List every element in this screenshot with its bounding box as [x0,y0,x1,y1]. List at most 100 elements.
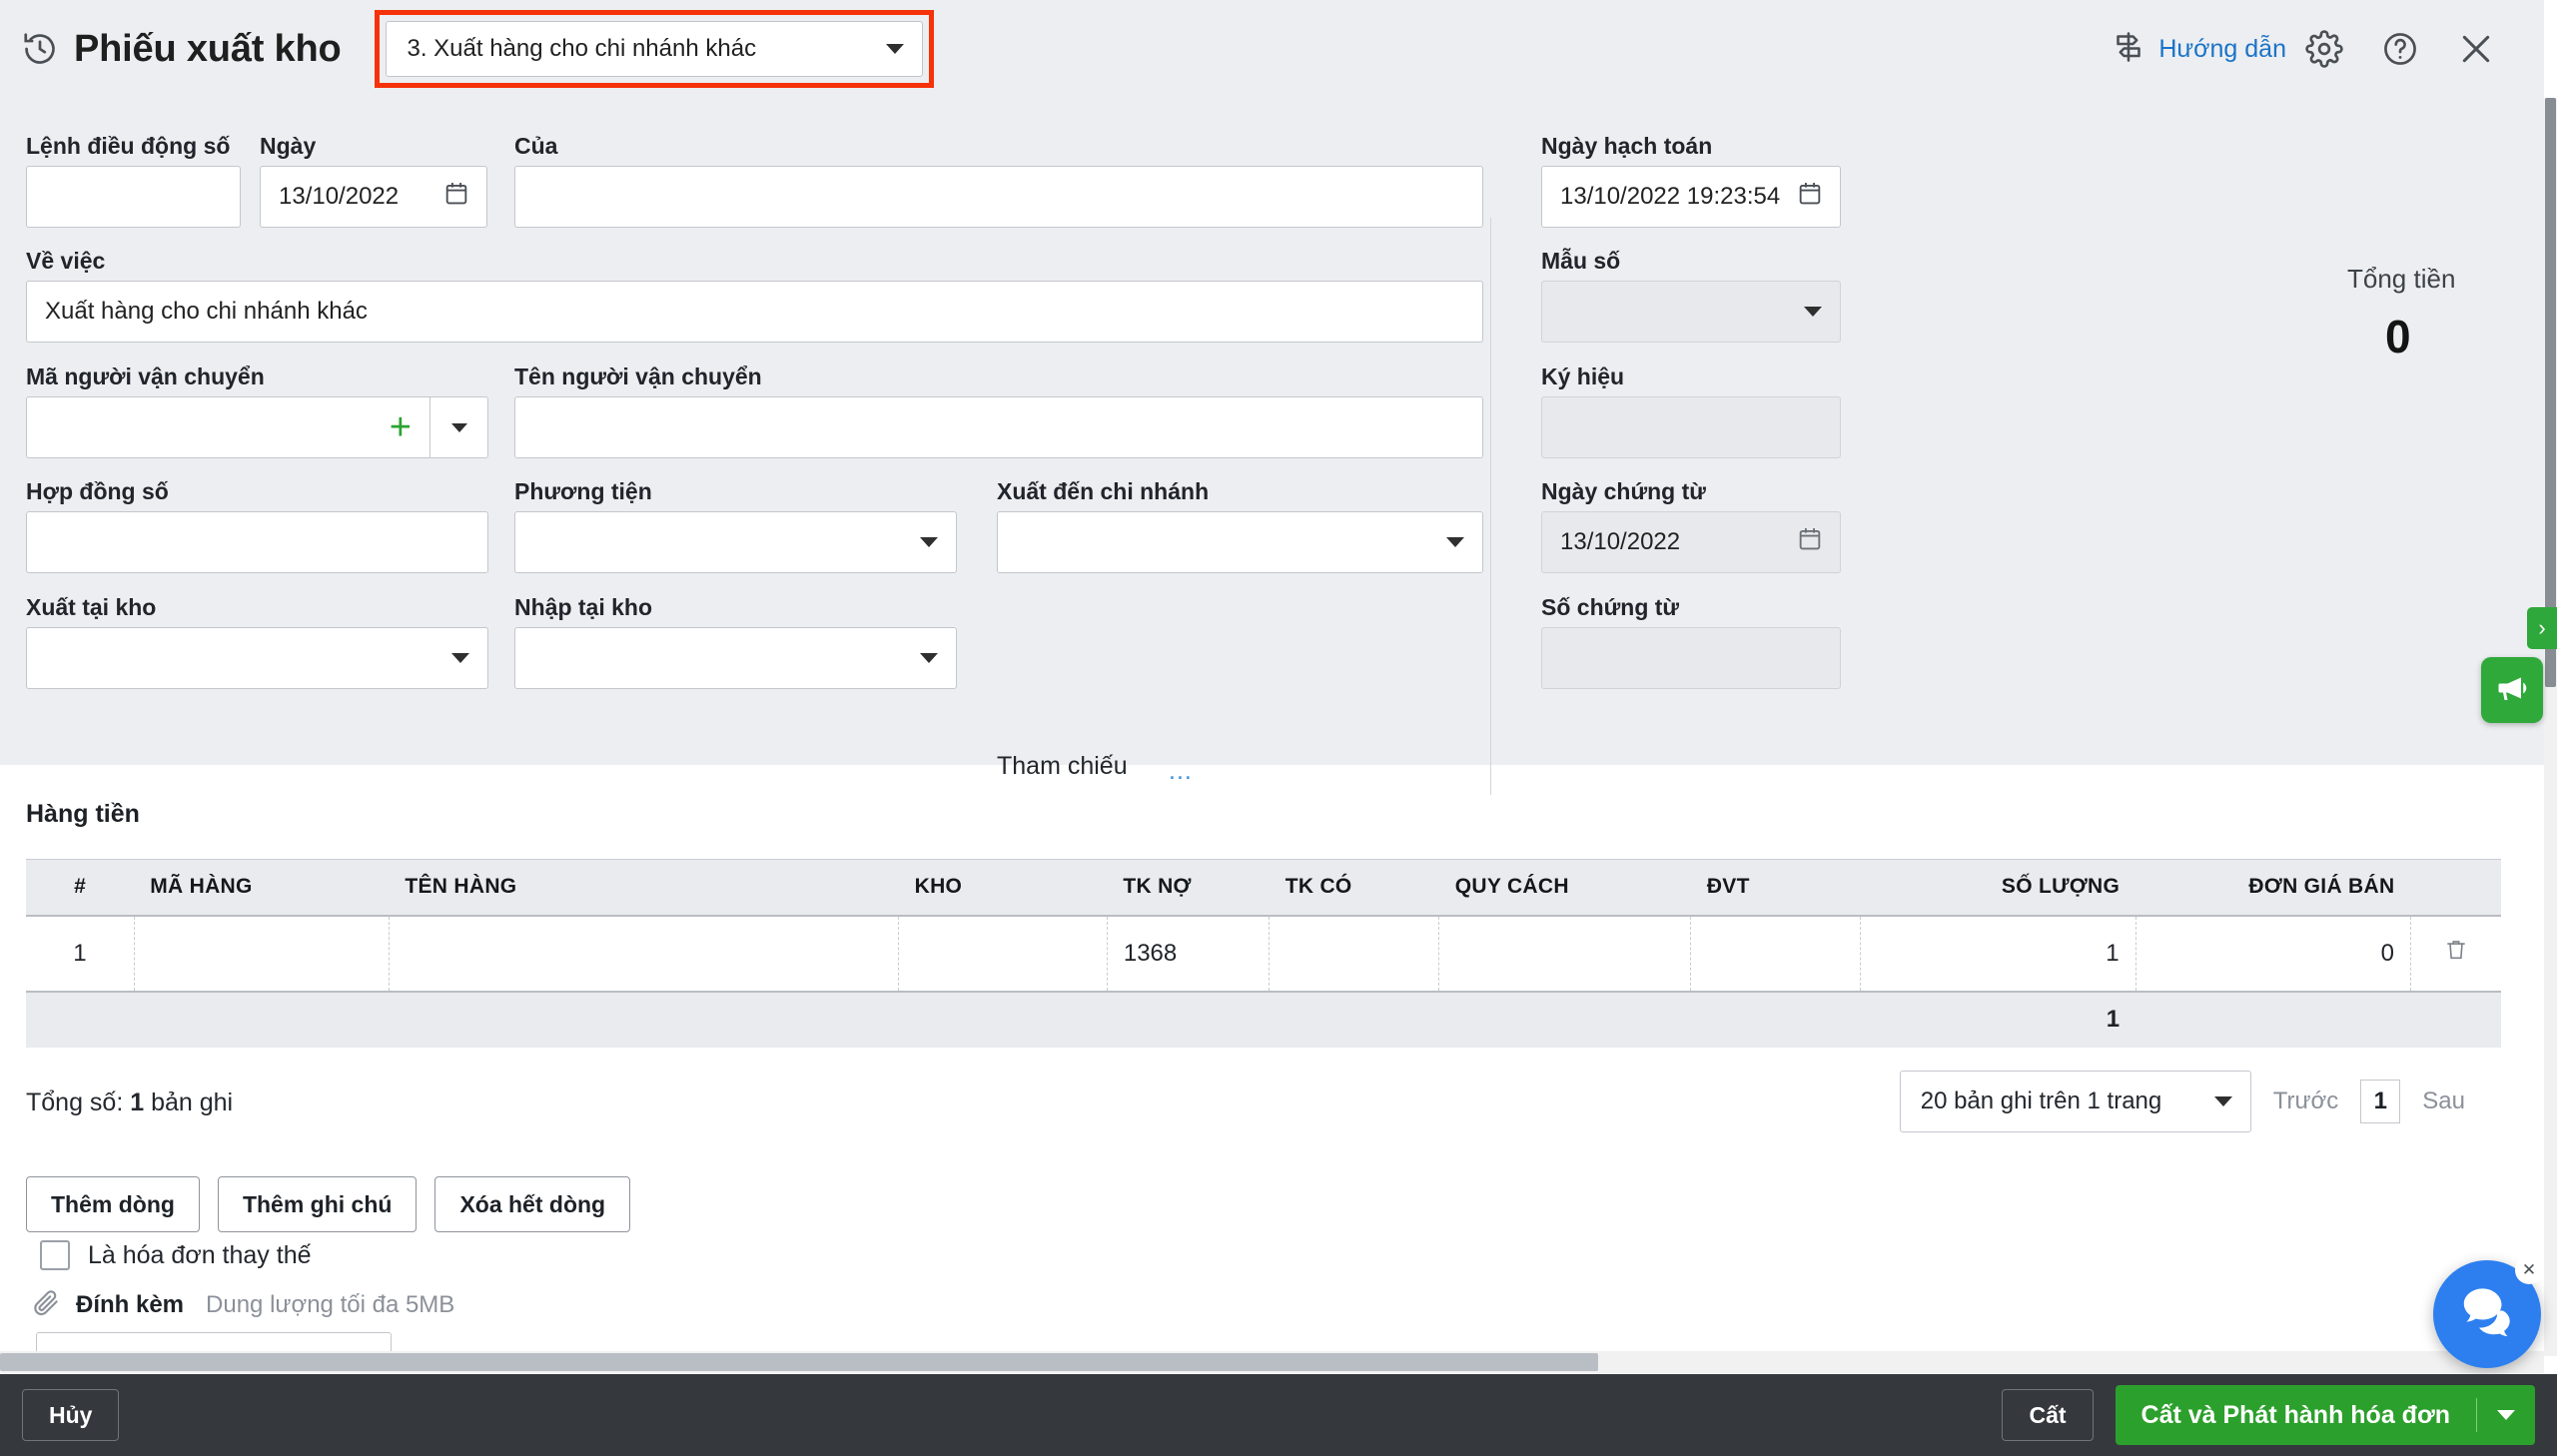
cell-so-luong[interactable]: 1 [1860,915,2136,993]
save-and-issue-label: Cất và Phát hành hóa đơn [2140,1400,2450,1429]
plus-icon[interactable]: + [390,408,412,446]
col-kho: KHO [898,859,1108,917]
table-row[interactable]: 1 1368 1 0 [26,915,2501,993]
cua-label: Của [514,133,558,159]
delete-row-button[interactable] [2410,915,2501,993]
chat-close-badge[interactable]: ✕ [2515,1256,2543,1284]
cell-tk-no[interactable]: 1368 [1107,915,1271,993]
cell-dvt[interactable] [1690,915,1862,993]
attachment-hint: Dung lượng tối đa 5MB [206,1290,455,1318]
lenh-dieu-dong-input[interactable] [26,166,241,228]
ngay-chung-tu-input[interactable]: 13/10/2022 [1541,511,1841,573]
cell-don-gia-ban[interactable]: 0 [2135,915,2411,993]
promo-megaphone-button[interactable] [2481,657,2543,723]
ky-hieu-input[interactable] [1541,396,1841,458]
ma-nguoi-van-chuyen-input[interactable]: + [26,396,488,458]
mau-so-label: Mẫu số [1541,248,1621,274]
paperclip-icon[interactable] [30,1286,62,1323]
promo-expand-tab[interactable]: › [2527,607,2557,649]
record-total-prefix: Tổng số: [26,1089,124,1116]
megaphone-icon [2494,670,2530,711]
record-total: Tổng số: 1 bản ghi [26,1089,233,1117]
mau-so-select[interactable] [1541,281,1841,343]
ten-nguoi-van-chuyen-label: Tên người vận chuyển [514,364,762,389]
replacement-invoice-row: Là hóa đơn thay thế [40,1240,312,1270]
tham-chieu-more-button[interactable]: ... [1169,757,1193,786]
col-index: # [26,859,135,917]
clock-history-icon [18,27,62,71]
col-ma-hang: MÃ HÀNG [134,859,390,917]
cancel-button[interactable]: Hủy [22,1389,120,1441]
horizontal-scrollbar[interactable] [0,1351,2544,1373]
tong-tien-label: Tổng tiền [2347,264,2456,294]
calendar-icon[interactable] [1796,180,1824,215]
current-page-number[interactable]: 1 [2360,1080,2401,1123]
cell-ten-hang[interactable] [389,915,900,993]
replacement-invoice-label: Là hóa đơn thay thế [88,1240,312,1269]
line-items-table: # MÃ HÀNG TÊN HÀNG KHO TK NỢ TK CÓ QUY C… [26,859,2501,1048]
prev-page-button[interactable]: Trước [2251,1088,2361,1115]
cell-tk-co[interactable] [1269,915,1440,993]
guide-label: Hướng dẫn [2158,34,2286,63]
table-header-row: # MÃ HÀNG TÊN HÀNG KHO TK NỢ TK CÓ QUY C… [26,859,2501,917]
vertical-scrollbar-thumb[interactable] [2545,98,2556,687]
chevron-down-icon [451,653,469,663]
bottom-action-bar: Hủy Cất Cất và Phát hành hóa đơn [0,1374,2557,1456]
ve-viec-input[interactable]: Xuất hàng cho chi nhánh khác [26,281,1483,343]
calendar-icon[interactable] [1796,525,1824,560]
add-note-button[interactable]: Thêm ghi chú [217,1176,418,1232]
so-chung-tu-label: Số chứng từ [1541,594,1680,620]
close-icon: ✕ [2521,1260,2537,1279]
replacement-invoice-checkbox[interactable] [40,1240,70,1270]
doc-type-select[interactable]: 3. Xuất hàng cho chi nhánh khác [386,21,924,77]
bottom-bar-right: Cất Cất và Phát hành hóa đơn [2002,1385,2557,1445]
guide-button[interactable]: Hướng dẫn [2111,29,2286,70]
next-page-button[interactable]: Sau [2400,1088,2487,1115]
chevron-down-icon [2497,1410,2515,1420]
cell-quy-cach[interactable] [1438,915,1692,993]
ngay-hach-toan-label: Ngày hạch toán [1541,133,1713,159]
cell-ma-hang[interactable] [134,915,390,993]
chevron-down-icon [920,653,938,663]
nhap-tai-kho-select[interactable] [514,627,957,689]
pagination: 20 bản ghi trên 1 trang Trước 1 Sau [1899,1071,2487,1132]
save-button[interactable]: Cất [2002,1389,2094,1441]
col-quy-cach: QUY CÁCH [1438,859,1691,917]
page-size-select[interactable]: 20 bản ghi trên 1 trang [1899,1071,2251,1132]
cua-input[interactable] [514,166,1483,228]
ngay-hach-toan-input[interactable]: 13/10/2022 19:23:54 [1541,166,1841,228]
tham-chieu-label: Tham chiếu [997,752,1128,780]
ngay-date-input[interactable]: 13/10/2022 [260,166,487,228]
doc-type-highlight: 3. Xuất hàng cho chi nhánh khác [375,10,935,88]
hop-dong-so-label: Hợp đồng số [26,478,169,504]
xuat-tai-kho-select[interactable] [26,627,488,689]
horizontal-scrollbar-thumb[interactable] [0,1353,1598,1371]
so-chung-tu-input[interactable] [1541,627,1841,689]
form-panel: Lệnh điều động số Ngày 13/10/2022 Của Về… [0,98,2544,795]
nhap-tai-kho-label: Nhập tại kho [514,594,653,620]
ky-hieu-label: Ký hiệu [1541,364,1625,389]
ngay-hach-toan-value: 13/10/2022 19:23:54 [1560,183,1781,210]
chat-bubbles-icon [2458,1283,2516,1346]
section-title-hang-tien: Hàng tiền [26,800,140,828]
ve-viec-value: Xuất hàng cho chi nhánh khác [45,298,368,325]
add-row-button[interactable]: Thêm dòng [26,1176,200,1232]
phuong-tien-select[interactable] [514,511,957,573]
hop-dong-so-input[interactable] [26,511,488,573]
xuat-den-chi-nhanh-select[interactable] [997,511,1483,573]
save-and-issue-dropdown[interactable] [2477,1410,2535,1420]
ma-nguoi-van-chuyen-dropdown[interactable] [429,397,487,457]
chevron-down-icon [886,44,905,54]
save-and-issue-invoice-button[interactable]: Cất và Phát hành hóa đơn [2115,1385,2535,1445]
calendar-icon[interactable] [442,180,470,215]
question-circle-icon[interactable] [2362,19,2438,79]
delete-all-rows-button[interactable]: Xóa hết dòng [434,1176,631,1232]
attachment-label[interactable]: Đính kèm [76,1291,184,1319]
close-icon[interactable] [2438,19,2514,79]
gear-icon[interactable] [2286,19,2362,79]
cell-kho[interactable] [898,915,1108,993]
chevron-down-icon [2213,1096,2232,1106]
ten-nguoi-van-chuyen-input[interactable] [514,396,1483,458]
header-actions: Hướng dẫn [2111,19,2544,79]
vertical-scrollbar[interactable] [2544,98,2557,1356]
